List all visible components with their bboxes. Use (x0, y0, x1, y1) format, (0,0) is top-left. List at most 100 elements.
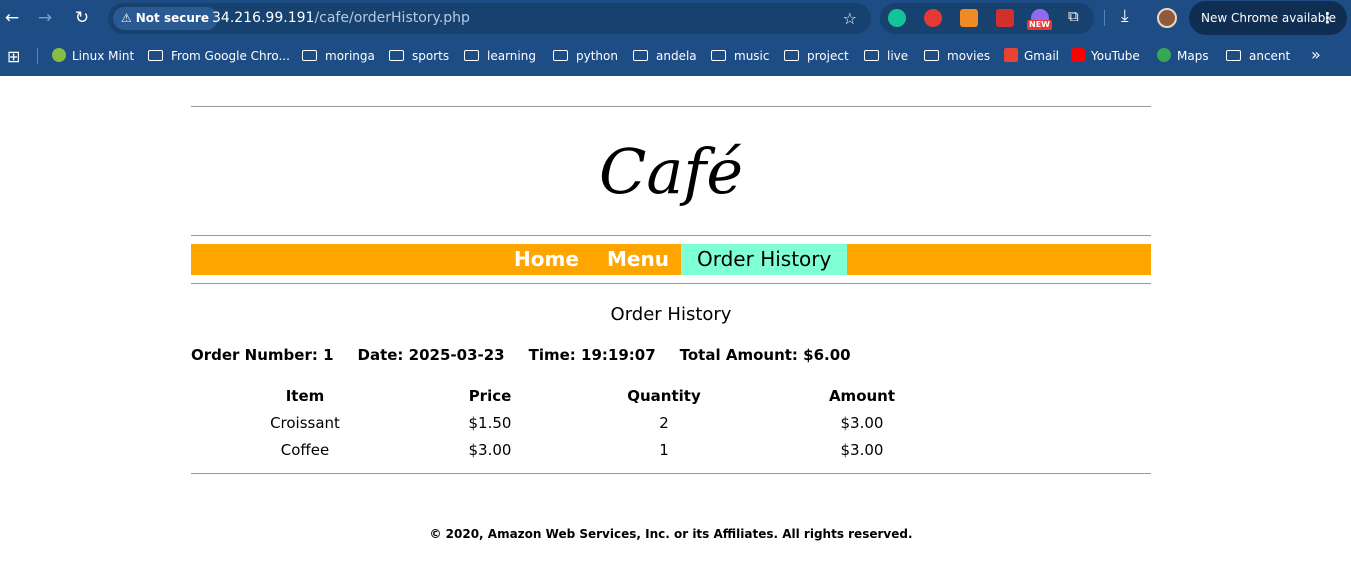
folder-icon (711, 50, 726, 61)
table-cell-quantity: 2 (659, 414, 669, 432)
browser-toolbar: ← → ↻ ⚠ Not secure 34.216.99.191/cafe/ord… (0, 0, 1351, 36)
download-icon[interactable]: ⤓ (1121, 6, 1129, 26)
bookmarks-divider (37, 48, 38, 64)
new-badge: NEW (1027, 20, 1052, 30)
table-cell-amount: $3.00 (840, 414, 884, 432)
bookmark-label: moringa (325, 49, 375, 63)
bookmark-label: learning (487, 49, 536, 63)
bookmark-label: YouTube (1091, 49, 1140, 63)
url-path: /cafe/orderHistory.php (314, 10, 470, 26)
nav-bottom-divider (191, 283, 1151, 284)
bookmark-moringa[interactable]: moringa (302, 36, 375, 76)
folder-icon (1226, 50, 1241, 61)
folder-icon (464, 50, 479, 61)
bookmark-label: project (807, 49, 849, 63)
linux-mint-icon (52, 48, 66, 62)
nav-order-history-link[interactable]: Order History (681, 244, 848, 275)
table-header-price: Price (468, 387, 512, 405)
back-arrow-icon[interactable]: ← (0, 6, 24, 30)
maps-icon (1157, 48, 1171, 62)
order-time: Time: 19:19:07 (528, 346, 656, 364)
apps-grid-icon[interactable]: ⊞ (7, 47, 20, 66)
bookmark-sports[interactable]: sports (389, 36, 449, 76)
table-cell-amount: $3.00 (840, 441, 884, 459)
gmail-icon (1004, 48, 1018, 62)
nav-menu-link[interactable]: Menu (607, 244, 669, 275)
table-cell-item: Croissant (270, 414, 340, 432)
url-text[interactable]: 34.216.99.191/cafe/orderHistory.php (212, 3, 470, 34)
nav-top-divider (191, 235, 1151, 236)
order-total: Total Amount: $6.00 (679, 346, 851, 364)
bookmark-label: From Google Chro... (171, 49, 290, 63)
folder-icon (784, 50, 799, 61)
table-cell-item: Coffee (280, 441, 330, 459)
bookmarks-bar: ⊞ Linux Mint From Google Chro... moringa… (0, 36, 1351, 76)
address-bar[interactable]: ⚠ Not secure 34.216.99.191/cafe/orderHist… (108, 3, 871, 34)
main-nav: Home Menu Order History (191, 244, 1151, 275)
reload-icon[interactable]: ↻ (70, 6, 94, 30)
folder-icon (148, 50, 163, 61)
chevron-double-right-icon[interactable]: » (1311, 45, 1321, 64)
forward-arrow-icon[interactable]: → (33, 6, 57, 30)
bookmark-learning[interactable]: learning (464, 36, 536, 76)
top-divider (191, 106, 1151, 107)
chrome-update-button[interactable]: New Chrome available ⋮ (1189, 1, 1347, 35)
bookmark-andela[interactable]: andela (633, 36, 697, 76)
bookmark-label: Gmail (1024, 49, 1060, 63)
folder-icon (924, 50, 939, 61)
bookmark-label: Linux Mint (72, 49, 135, 63)
bookmark-label: python (576, 49, 618, 63)
table-cell-price: $3.00 (468, 441, 512, 459)
video-speed-icon[interactable] (996, 9, 1014, 27)
section-title: Order History (610, 304, 732, 325)
toolbar-divider (1104, 10, 1105, 26)
bookmark-maps[interactable]: Maps (1157, 36, 1209, 76)
order-date: Date: 2025-03-23 (357, 346, 505, 364)
grammarly-icon[interactable] (888, 9, 906, 27)
bookmark-label: music (734, 49, 770, 63)
kebab-menu-icon[interactable]: ⋮ (1320, 1, 1335, 35)
bookmark-gmail[interactable]: Gmail (1004, 36, 1059, 76)
bookmark-linux-mint[interactable]: Linux Mint (52, 36, 134, 76)
metamask-icon[interactable] (960, 9, 978, 27)
bookmark-label: sports (412, 49, 450, 63)
content-bottom-divider (191, 473, 1151, 474)
site-title: Café (598, 135, 744, 208)
order-number: Order Number: 1 (191, 346, 334, 364)
security-chip[interactable]: ⚠ Not secure (113, 7, 218, 30)
security-label: Not secure (135, 11, 209, 25)
bookmark-label: movies (947, 49, 991, 63)
bookmark-label: andela (656, 49, 697, 63)
table-header-quantity: Quantity (627, 387, 701, 405)
bookmark-project[interactable]: project (784, 36, 849, 76)
bookmark-from-google-chrome[interactable]: From Google Chro... (148, 36, 290, 76)
bookmark-youtube[interactable]: YouTube (1071, 36, 1140, 76)
folder-icon (633, 50, 648, 61)
bookmark-movies[interactable]: movies (924, 36, 990, 76)
warning-triangle-icon: ⚠ (121, 11, 132, 25)
bookmark-label: Maps (1177, 49, 1209, 63)
folder-icon (302, 50, 317, 61)
adblock-icon[interactable] (924, 9, 942, 27)
bookmark-label: live (887, 49, 909, 63)
footer-copyright: © 2020, Amazon Web Services, Inc. or its… (429, 527, 913, 541)
youtube-icon (1071, 48, 1085, 62)
table-header-item: Item (285, 387, 325, 405)
table-cell-quantity: 1 (659, 441, 669, 459)
bookmark-python[interactable]: python (553, 36, 618, 76)
bookmark-music[interactable]: music (711, 36, 769, 76)
url-host: 34.216.99.191 (212, 10, 315, 26)
extensions-puzzle-icon[interactable]: ⧉ (1068, 7, 1079, 25)
bookmark-star-icon[interactable]: ☆ (843, 3, 857, 34)
extensions-group: NEW ⧉ (880, 3, 1094, 34)
folder-icon (389, 50, 404, 61)
bookmark-label: ancent (1249, 49, 1291, 63)
folder-icon (864, 50, 879, 61)
update-label: New Chrome available (1201, 11, 1337, 25)
bookmark-live[interactable]: live (864, 36, 908, 76)
profile-avatar[interactable] (1157, 8, 1177, 28)
nav-home-link[interactable]: Home (514, 244, 579, 275)
order-summary: Order Number: 1 Date: 2025-03-23 Time: 19:… (191, 346, 875, 364)
bookmark-ancent[interactable]: ancent (1226, 36, 1290, 76)
page-content: Café Home Menu Order History Order Histo… (0, 76, 1351, 588)
